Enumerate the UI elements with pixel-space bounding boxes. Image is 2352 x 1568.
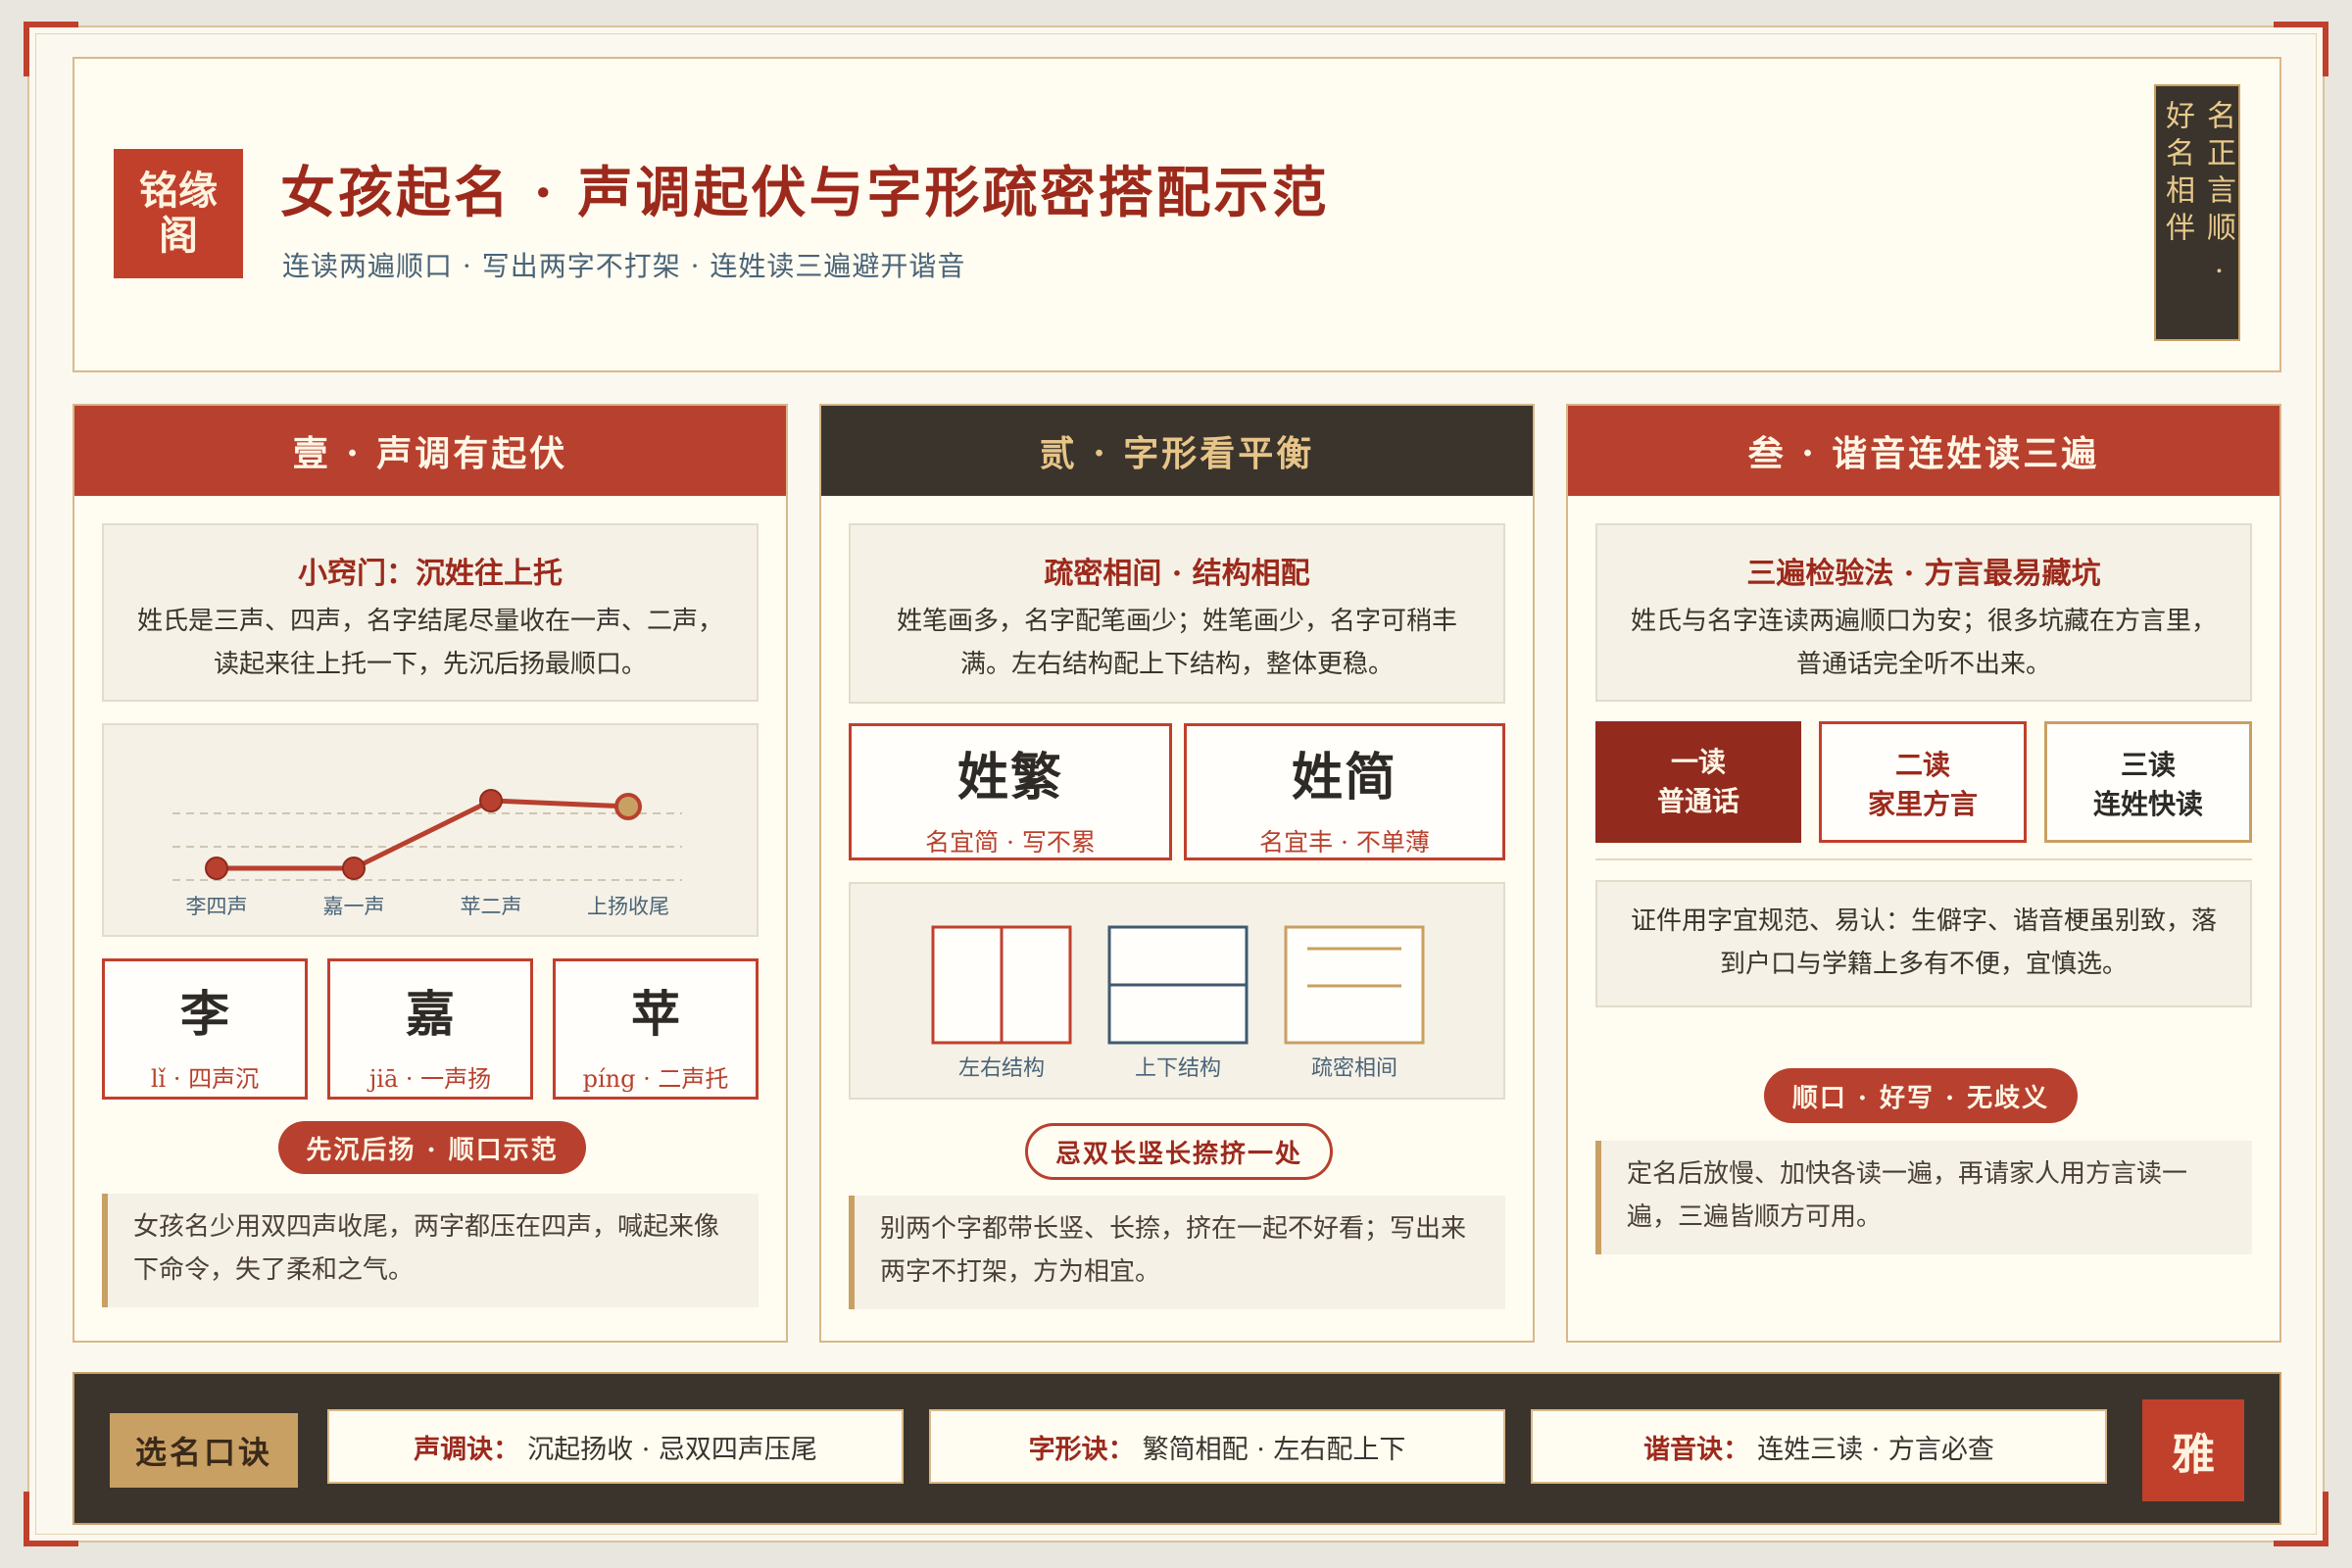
read-card-mandarin: 一读 普通话 (1595, 721, 1801, 843)
tip-title: 小窍门：沉姓往上托 (298, 557, 563, 591)
corner-ornament (2274, 1492, 2328, 1546)
glyph-chars: 姓繁 (956, 748, 1063, 808)
footer-seal: 雅 (2142, 1399, 2244, 1501)
panel-title: 壹 · 声调有起伏 (74, 406, 786, 496)
glyph-caption: 名宜丰 · 不单薄 (1259, 828, 1430, 857)
tone-axis-label: 上扬收尾 (587, 895, 669, 918)
char-card-jia: 嘉 jiā · 一声扬 (327, 958, 533, 1100)
tone-series-line (217, 798, 629, 871)
tip-text: 姓氏与名字连读两遍顺口为安；很多坑藏在方言里，普通话完全听不出来。 (1630, 607, 2217, 679)
tone-axis-label: 李四声 (186, 895, 248, 918)
tip-text: 姓笔画多，名字配笔画少；姓笔画少，名字可稍丰满。左右结构配上下结构，整体更稳。 (896, 607, 1457, 679)
panel-tones: 壹 · 声调有起伏 小窍门：沉姓往上托 姓氏是三声、四声，名字结尾尽量收在一声、… (73, 404, 788, 1343)
char-pinyin: jiā · 一声扬 (368, 1065, 492, 1093)
footer-item-homophone: 谐音诀： 连姓三读 · 方言必查 (1531, 1409, 2107, 1484)
read-method: 连姓快读 (2092, 788, 2203, 820)
homophone-pill: 顺口 · 好写 · 无歧义 (1764, 1068, 2078, 1123)
read-card-dialect: 二读 家里方言 (1819, 721, 2027, 843)
footer-item-key: 字形诀： (1028, 1434, 1135, 1465)
structure-box: 左右结构 上下结构 疏密相间 (849, 882, 1505, 1100)
glyph-card-complex: 姓繁 名宜简 · 写不累 (849, 723, 1172, 860)
divider (1595, 858, 2252, 860)
footer-mnemonic: 选名口诀 声调诀： 沉起扬收 · 忌双四声压尾 字形诀： 繁简相配 · 左右配上… (73, 1372, 2281, 1525)
panel-shapes: 贰 · 字形看平衡 疏密相间 · 结构相配 姓笔画多，名字配笔画少；姓笔画少，名… (819, 404, 1535, 1343)
corner-ornament (2274, 22, 2328, 76)
tone-pill: 先沉后扬 · 顺口示范 (278, 1121, 586, 1174)
shape-pill: 忌双长竖长捺挤一处 (1025, 1123, 1333, 1180)
read-method: 普通话 (1656, 785, 1740, 817)
tip-box: 疏密相间 · 结构相配 姓笔画多，名字配笔画少；姓笔画少，名字可稍丰满。左右结构… (849, 523, 1505, 704)
structure-label-left-right: 左右结构 (957, 1056, 1045, 1081)
char-card-li: 李 lǐ · 四声沉 (102, 958, 308, 1100)
footer-item-value: 连姓三读 · 方言必查 (1757, 1434, 1994, 1465)
footer-item-tone: 声调诀： 沉起扬收 · 忌双四声压尾 (327, 1409, 904, 1484)
page-subtitle: 连读两遍顺口 · 写出两字不打架 · 连姓读三遍避开谐音 (282, 250, 966, 282)
panel-homophones: 叁 · 谐音连姓读三遍 三遍检验法 · 方言最易藏坑 姓氏与名字连读两遍顺口为安… (1566, 404, 2281, 1343)
glyph-caption: 名宜简 · 写不累 (925, 828, 1096, 857)
glyph-card-simple: 姓简 名宜丰 · 不单薄 (1184, 723, 1505, 860)
char: 苹 (631, 985, 680, 1043)
tone-axis-label: 嘉一声 (323, 895, 385, 918)
footer-label: 选名口诀 (110, 1413, 298, 1488)
tip-box: 三遍检验法 · 方言最易藏坑 姓氏与名字连读两遍顺口为安；很多坑藏在方言里，普通… (1595, 523, 2252, 702)
structure-label-top-bottom: 上下结构 (1134, 1056, 1221, 1081)
corner-ornament (24, 22, 78, 76)
char: 嘉 (406, 985, 455, 1043)
structure-label-balanced: 疏密相间 (1310, 1056, 1397, 1081)
tone-note: 女孩名少用双四声收尾，两字都压在四声，喊起来像下命令，失了柔和之气。 (102, 1194, 759, 1307)
homophone-note: 定名后放慢、加快各读一遍，再请家人用方言读一遍，三遍皆顺方可用。 (1595, 1141, 2252, 1254)
tone-line-chart: 李四声 嘉一声 苹二声 上扬收尾 (172, 789, 682, 918)
scroll-column-left: 好名相伴 (2160, 100, 2194, 249)
shape-note: 别两个字都带长竖、长捺，挤在一起不好看；写出来两字不打架，方为相宜。 (849, 1196, 1505, 1309)
tip-text: 姓氏是三声、四声，名字结尾尽量收在一声、二声，读起来往上托一下，先沉后扬最顺口。 (136, 607, 723, 679)
read-step: 二读 (1894, 749, 1950, 781)
read-method: 家里方言 (1867, 788, 1978, 820)
footer-item-key: 声调诀： (414, 1434, 520, 1465)
page-title: 女孩起名 · 声调起伏与字形疏密搭配示范 (280, 161, 1330, 225)
footer-item-value: 繁简相配 · 左右配上下 (1142, 1434, 1406, 1465)
tone-point (614, 793, 642, 820)
vertical-scroll-motto: 名正言顺 · 好名相伴 (2154, 84, 2240, 341)
read-step: 三读 (2120, 749, 2176, 781)
scroll-column-right: 名正言顺 · (2201, 100, 2235, 284)
footer-item-shape: 字形诀： 繁简相配 · 左右配上下 (929, 1409, 1505, 1484)
page: 铭缘阁 女孩起名 · 声调起伏与字形疏密搭配示范 连读两遍顺口 · 写出两字不打… (24, 22, 2328, 1546)
header: 铭缘阁 女孩起名 · 声调起伏与字形疏密搭配示范 连读两遍顺口 · 写出两字不打… (73, 57, 2281, 372)
tone-axis-label: 苹二声 (461, 895, 522, 918)
char-pinyin: lǐ · 四声沉 (150, 1065, 260, 1093)
brand-seal: 铭缘阁 (114, 149, 243, 278)
tip-title: 疏密相间 · 结构相配 (1044, 557, 1310, 591)
read-card-fast: 三读 连姓快读 (2044, 721, 2252, 843)
footer-item-value: 沉起扬收 · 忌双四声压尾 (527, 1434, 817, 1465)
tip-box: 小窍门：沉姓往上托 姓氏是三声、四声，名字结尾尽量收在一声、二声，读起来往上托一… (102, 523, 759, 702)
tone-point (479, 789, 503, 812)
corner-ornament (24, 1492, 78, 1546)
tone-chart: 李四声 嘉一声 苹二声 上扬收尾 (102, 723, 759, 937)
char-pinyin: píng · 二声托 (582, 1065, 729, 1093)
panel-title: 叁 · 谐音连姓读三遍 (1568, 406, 2279, 496)
id-usage-text: 证件用字宜规范、易认：生僻字、谐音梗虽别致，落到户口与学籍上多有不便，宜慎选。 (1630, 906, 2217, 979)
id-usage-box: 证件用字宜规范、易认：生僻字、谐音梗虽别致，落到户口与学籍上多有不便，宜慎选。 (1595, 880, 2252, 1007)
read-step: 一读 (1670, 746, 1726, 778)
char: 李 (180, 985, 229, 1043)
char-card-ping: 苹 píng · 二声托 (553, 958, 759, 1100)
tip-title: 三遍检验法 · 方言最易藏坑 (1746, 557, 2101, 591)
tone-point (342, 857, 366, 880)
tone-point (205, 857, 228, 880)
glyph-chars: 姓简 (1291, 748, 1397, 808)
footer-item-key: 谐音诀： (1643, 1434, 1750, 1465)
panel-title: 贰 · 字形看平衡 (821, 406, 1533, 496)
